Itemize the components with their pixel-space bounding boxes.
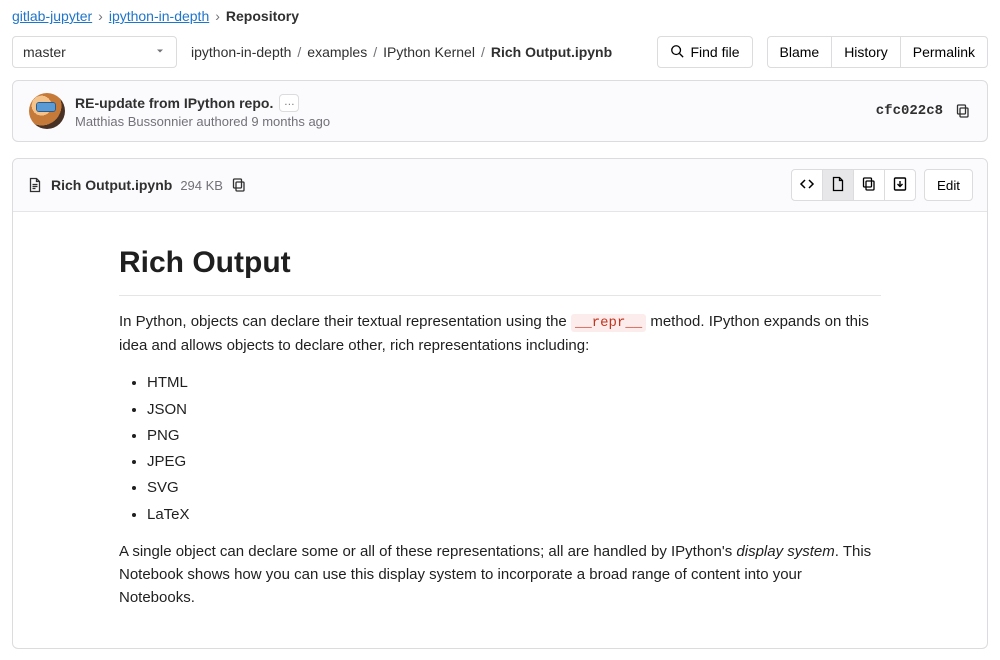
intro-paragraph: In Python, objects can declare their tex… [119, 310, 881, 358]
blame-button[interactable]: Blame [767, 36, 833, 68]
avatar[interactable] [29, 93, 65, 129]
branch-name: master [23, 44, 66, 60]
file-icon [27, 177, 43, 193]
file-panel: Rich Output.ipynb 294 KB [12, 158, 988, 649]
history-button[interactable]: History [831, 36, 901, 68]
last-commit: RE-update from IPython repo. … Matthias … [12, 80, 988, 142]
file-toolbar: master ipython-in-depth / examples / IPy… [12, 36, 988, 68]
path-segment[interactable]: examples [307, 44, 367, 60]
chevron-right-icon: › [98, 8, 103, 24]
commit-meta: Matthias Bussonnier authored 9 months ag… [75, 114, 330, 129]
formats-list: HTML JSON PNG JPEG SVG LaTeX [119, 371, 881, 526]
outro-paragraph: A single object can declare some or all … [119, 540, 881, 610]
expand-commit-message-button[interactable]: … [279, 94, 299, 112]
copy-icon [861, 176, 877, 195]
list-item: HTML [147, 371, 881, 394]
file-name: Rich Output.ipynb [51, 177, 172, 193]
path-breadcrumb: ipython-in-depth / examples / IPython Ke… [191, 44, 643, 60]
file-header: Rich Output.ipynb 294 KB [13, 159, 987, 212]
list-item: JSON [147, 398, 881, 421]
edit-button[interactable]: Edit [924, 169, 973, 201]
breadcrumb: gitlab-jupyter › ipython-in-depth › Repo… [12, 8, 988, 24]
list-item: JPEG [147, 450, 881, 473]
file-size: 294 KB [180, 178, 223, 193]
code-icon [799, 176, 815, 195]
download-icon [892, 176, 908, 195]
path-segment[interactable]: IPython Kernel [383, 44, 475, 60]
path-leaf: Rich Output.ipynb [491, 44, 612, 60]
file-nav-actions: Blame History Permalink [767, 36, 989, 68]
view-mode-toggle [791, 169, 916, 201]
list-item: PNG [147, 424, 881, 447]
inline-code: __repr__ [571, 314, 646, 332]
chevron-down-icon [154, 44, 166, 60]
notebook-content: Rich Output In Python, objects can decla… [13, 212, 987, 648]
permalink-button[interactable]: Permalink [900, 36, 988, 68]
commit-title[interactable]: RE-update from IPython repo. [75, 95, 273, 111]
chevron-right-icon: › [215, 8, 220, 24]
breadcrumb-link[interactable]: gitlab-jupyter [12, 8, 92, 24]
copy-icon[interactable] [955, 103, 971, 119]
copy-file-button[interactable] [853, 169, 885, 201]
branch-selector[interactable]: master [12, 36, 177, 68]
page-title: Rich Output [119, 240, 881, 296]
rendered-view-button[interactable] [822, 169, 854, 201]
breadcrumb-link[interactable]: ipython-in-depth [109, 8, 209, 24]
source-view-button[interactable] [791, 169, 823, 201]
search-icon [670, 44, 684, 61]
copy-file-path-icon[interactable] [231, 177, 247, 193]
download-button[interactable] [884, 169, 916, 201]
find-file-button[interactable]: Find file [657, 36, 752, 68]
path-segment[interactable]: ipython-in-depth [191, 44, 291, 60]
breadcrumb-current: Repository [226, 8, 299, 24]
list-item: LaTeX [147, 503, 881, 526]
commit-sha[interactable]: cfc022c8 [876, 103, 943, 119]
list-item: SVG [147, 476, 881, 499]
document-icon [830, 176, 846, 195]
